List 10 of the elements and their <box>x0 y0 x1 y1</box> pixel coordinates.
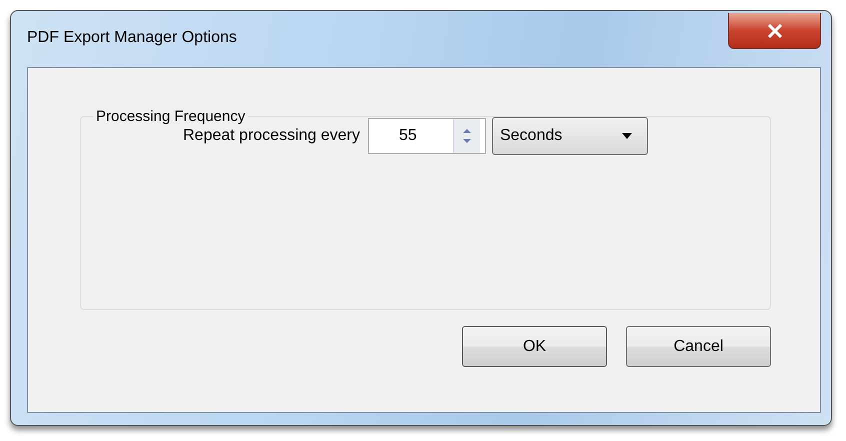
close-button[interactable] <box>728 13 821 49</box>
dialog-button[interactable]: OK <box>462 326 607 367</box>
unit-dropdown[interactable]: Seconds <box>492 117 648 155</box>
dialog-button[interactable]: Cancel <box>626 326 771 367</box>
dropdown-arrow-icon <box>620 132 633 140</box>
field-label: Repeat processing every <box>183 127 360 145</box>
group-title: Processing Frequency <box>95 108 246 125</box>
number-spinner[interactable]: 55 <box>368 118 486 154</box>
close-icon <box>766 24 782 38</box>
window-title: PDF Export Manager Options <box>27 29 237 47</box>
